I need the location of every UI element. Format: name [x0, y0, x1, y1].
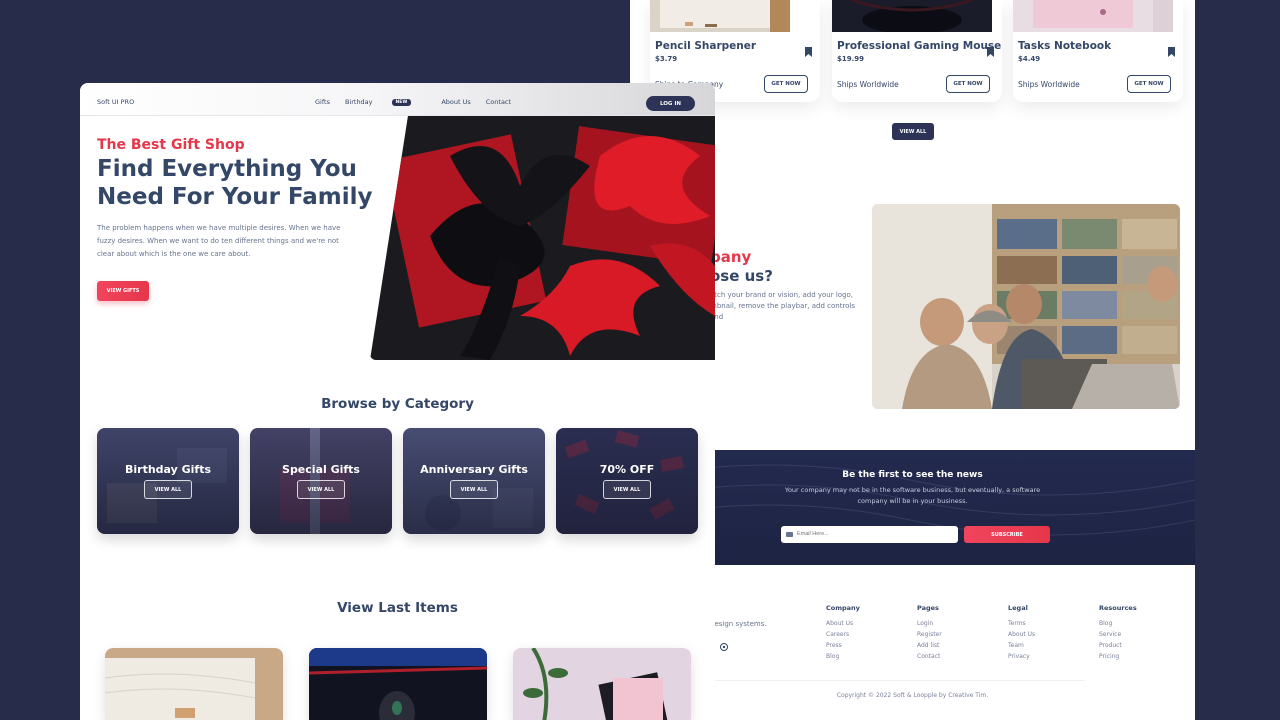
mail-icon: [786, 532, 793, 537]
nav-link-birthday[interactable]: Birthday NEW: [345, 98, 426, 106]
product-title[interactable]: Professional Gaming Mouse: [837, 40, 1001, 52]
product-image: [650, 0, 820, 32]
view-gifts-button[interactable]: VIEW GIFTS: [97, 281, 149, 301]
view-all-button[interactable]: VIEW ALL: [297, 480, 345, 499]
footer-link[interactable]: Team: [1008, 640, 1035, 651]
team-photo: [872, 204, 1180, 409]
product-title[interactable]: Pencil Sharpener: [655, 40, 756, 52]
why-title: ose us?: [710, 267, 773, 285]
product-price: $3.79: [655, 55, 678, 63]
footer-link[interactable]: Careers: [826, 629, 860, 640]
category-name: Anniversary Gifts: [420, 463, 528, 476]
category-name: 70% OFF: [599, 463, 655, 476]
footer-link[interactable]: Pricing: [1099, 651, 1137, 662]
footer-column-pages: Pages Login Register Add list Contact: [917, 604, 942, 662]
nav-link-gifts[interactable]: Gifts: [315, 98, 330, 106]
nav-link-label: Birthday: [344, 98, 373, 106]
bookmark-icon[interactable]: [987, 47, 994, 57]
nav-links: Gifts Birthday NEW About Us Contact: [315, 98, 526, 106]
view-all-button[interactable]: VIEW ALL: [450, 480, 498, 499]
category-name: Birthday Gifts: [124, 463, 212, 476]
hero-description: The problem happens when we have multipl…: [97, 224, 341, 258]
navbar: Soft UI PRO Gifts Birthday NEW About Us C…: [80, 83, 715, 116]
why-title-accent: pany: [710, 248, 752, 266]
footer-heading: Resources: [1099, 604, 1137, 612]
product-card: Professional Gaming Mouse $19.99 Ships W…: [832, 0, 1002, 102]
bookmark-icon[interactable]: [1168, 47, 1175, 57]
category-card-birthday[interactable]: Birthday Gifts VIEW ALL: [97, 428, 239, 534]
category-card-anniversary[interactable]: Anniversary Gifts VIEW ALL: [403, 428, 545, 534]
category-name: Special Gifts: [282, 463, 360, 476]
category-card-special[interactable]: Special Gifts VIEW ALL: [250, 428, 392, 534]
footer-link[interactable]: Blog: [1099, 618, 1137, 629]
product-price: $19.99: [837, 55, 865, 63]
footer-column-legal: Legal Terms About Us Team Privacy: [1008, 604, 1035, 662]
login-button[interactable]: LOG IN: [646, 96, 695, 111]
category-card-sale[interactable]: 70% OFF VIEW ALL: [556, 428, 698, 534]
footer-link[interactable]: Privacy: [1008, 651, 1035, 662]
subscribe-button[interactable]: SUBSCRIBE: [964, 526, 1050, 543]
footer-heading: Pages: [917, 604, 939, 612]
brand-logo[interactable]: Soft UI PRO: [97, 98, 134, 106]
hero-subtitle: The Best Gift Shop: [97, 137, 245, 153]
footer-link[interactable]: Login: [917, 618, 942, 629]
item-card-image[interactable]: [309, 648, 487, 720]
footer-heading: Legal: [1008, 604, 1028, 612]
product-price: $4.49: [1018, 55, 1041, 63]
product-image: [1013, 0, 1183, 32]
categories-title: Browse by Category: [321, 396, 474, 412]
hero-image: [370, 116, 715, 360]
newsletter-description: Your company may not be in the software …: [784, 486, 1041, 505]
get-now-button[interactable]: GET NOW: [1127, 75, 1171, 93]
get-now-button[interactable]: GET NOW: [946, 75, 990, 93]
footer-link[interactable]: Product: [1099, 640, 1137, 651]
shipping-info: Ships Worldwide: [1018, 80, 1080, 89]
view-all-button[interactable]: VIEW ALL: [603, 480, 651, 499]
bookmark-icon[interactable]: [805, 47, 812, 57]
footer-link[interactable]: Add list: [917, 640, 942, 651]
footer-link[interactable]: Terms: [1008, 618, 1035, 629]
footer-divider: [710, 680, 1085, 681]
item-card-image[interactable]: [513, 648, 691, 720]
github-icon[interactable]: [720, 643, 728, 651]
email-input[interactable]: [781, 526, 958, 543]
nav-link-contact[interactable]: Contact: [486, 98, 511, 106]
footer-link[interactable]: Press: [826, 640, 860, 651]
hero-title: Find Everything You Need For Your Family: [97, 156, 373, 210]
footer-column-resources: Resources Blog Service Product Pricing: [1099, 604, 1137, 662]
footer-heading: Company: [826, 604, 860, 612]
front-page: Soft UI PRO Gifts Birthday NEW About Us C…: [80, 83, 715, 720]
nav-link-about[interactable]: About Us: [441, 98, 470, 106]
shipping-info: Ships Worldwide: [837, 80, 899, 89]
why-description: atch your brand or vision, add your logo…: [710, 291, 856, 321]
footer-link[interactable]: Register: [917, 629, 942, 640]
footer-link[interactable]: About Us: [1008, 629, 1035, 640]
item-card-image[interactable]: [105, 648, 283, 720]
view-all-button[interactable]: VIEW ALL: [892, 123, 934, 140]
get-now-button[interactable]: GET NOW: [764, 75, 808, 93]
new-badge: NEW: [391, 99, 412, 106]
footer-link[interactable]: Service: [1099, 629, 1137, 640]
view-all-button[interactable]: VIEW ALL: [144, 480, 192, 499]
product-card: Tasks Notebook $4.49 Ships Worldwide GET…: [1013, 0, 1183, 102]
footer-column-company: Company About Us Careers Press Blog: [826, 604, 860, 662]
product-title[interactable]: Tasks Notebook: [1018, 40, 1111, 52]
footer-tagline: design systems.: [710, 620, 767, 628]
footer-link[interactable]: About Us: [826, 618, 860, 629]
product-image: [832, 0, 1002, 34]
last-items-title: View Last Items: [337, 600, 458, 616]
footer-link[interactable]: Contact: [917, 651, 942, 662]
footer-link[interactable]: Blog: [826, 651, 860, 662]
